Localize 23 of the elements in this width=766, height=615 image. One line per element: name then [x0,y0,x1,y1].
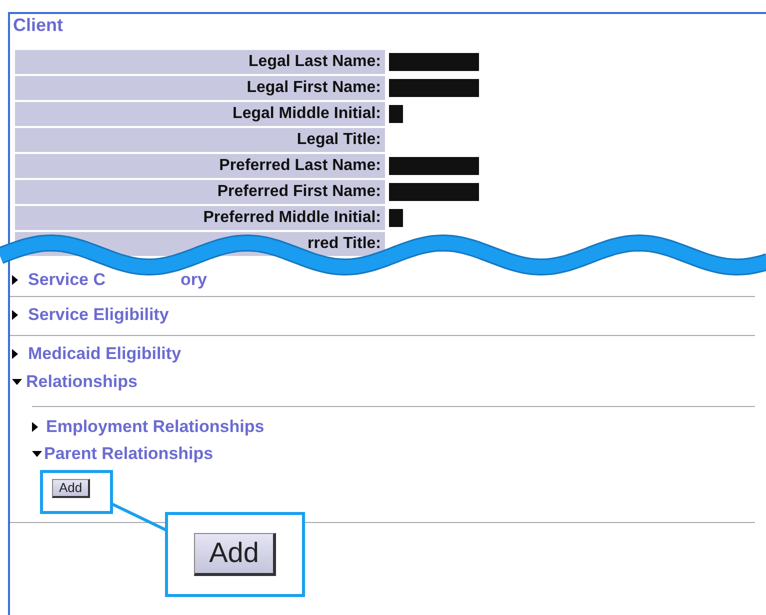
caret-icon[interactable] [32,422,38,432]
field-label: Legal Middle Initial: [15,102,385,126]
section-title[interactable]: Service C [28,270,106,290]
field-label: Preferred First Name: [15,180,385,204]
add-button[interactable]: Add [194,533,276,576]
field-label: Preferred Last Name: [15,154,385,178]
field-label: Legal Title: [15,128,385,152]
section-title[interactable]: Service Eligibility [28,305,169,325]
field-label: Legal Last Name: [15,50,385,74]
section-title[interactable]: Employment Relationships [46,417,264,437]
field-label: Preferred Middle Initial: [15,206,385,230]
section-title[interactable]: ory [180,270,207,290]
add-button[interactable]: Add [52,479,90,498]
section-title[interactable]: Parent Relationships [44,444,214,464]
caret-icon[interactable] [12,310,18,320]
field-label: Legal First Name: [15,76,385,100]
section-title[interactable]: Medicaid Eligibility [28,344,182,364]
caret-icon[interactable] [12,349,18,359]
caret-icon[interactable] [12,275,18,285]
section-title[interactable]: Relationships [26,372,138,392]
caret-icon[interactable] [32,451,42,457]
panel-title: Client [12,14,64,35]
caret-icon[interactable] [12,379,22,385]
